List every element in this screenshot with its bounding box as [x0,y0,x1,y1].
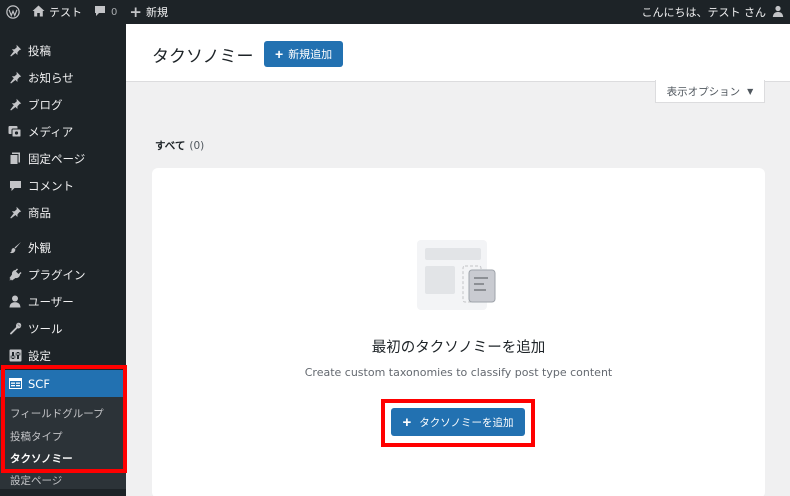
sidebar-item-label: メディア [28,124,74,139]
submenu-item-options-pages[interactable]: 設定ページ [10,473,62,488]
comments-link[interactable]: 0 [88,0,123,24]
add-new-button[interactable]: + 新規追加 [264,41,344,67]
plus-icon: + [275,46,284,62]
sidebar-item-label: 設定 [28,348,51,363]
wordpress-logo-icon[interactable] [0,0,26,24]
pin-icon [0,98,28,111]
sidebar-item-label: 投稿 [28,43,51,58]
sidebar-item-label: 外観 [28,240,51,255]
screen-options-button[interactable]: 表示オプション ▼ [655,80,765,103]
brush-icon [0,241,28,254]
empty-state-title: 最初のタクソノミーを追加 [371,340,546,356]
page-header: タクソノミー + 新規追加 [126,24,790,82]
caret-down-icon: ▼ [747,86,754,96]
add-taxonomy-highlight [381,399,535,447]
new-content-link[interactable]: + 新規 [123,0,174,24]
media-icon [0,125,28,138]
sidebar-item-comments[interactable]: コメント [0,172,126,199]
site-name-label: テスト [49,6,82,19]
sidebar-item-label: ブログ [28,97,63,112]
sidebar-item-label: コメント [28,178,74,193]
comment-bubble-icon [94,5,106,20]
status-filter[interactable]: すべて (0) [155,138,204,153]
site-name-link[interactable]: テスト [26,0,88,24]
settings-icon [0,349,28,362]
comment-icon [0,180,28,192]
sidebar-item-label: ツール [28,321,63,336]
add-new-label: 新規追加 [288,49,333,61]
page-icon [0,152,28,165]
sidebar-item-pages[interactable]: 固定ページ [0,145,126,172]
plus-icon: + [129,3,142,21]
sidebar-item-news[interactable]: お知らせ [0,64,126,91]
pin-icon [0,44,28,57]
sidebar-item-label: ユーザー [28,294,74,309]
sidebar-item-products[interactable]: 商品 [0,199,126,226]
home-icon [32,5,45,20]
empty-state-description: Create custom taxonomies to classify pos… [304,366,613,379]
admin-bar: テスト 0 + 新規 こんにちは、テスト さん [0,0,790,24]
sidebar-item-label: プラグイン [28,267,86,282]
scf-menu-highlight [1,365,127,473]
filter-count: (0) [189,140,205,152]
sidebar-item-label: 固定ページ [28,151,86,166]
user-icon [0,295,28,308]
avatar-icon [772,5,784,20]
sidebar-item-users[interactable]: ユーザー [0,288,126,315]
comment-count: 0 [111,6,118,18]
sidebar-item-tools[interactable]: ツール [0,315,126,342]
screen-options-label: 表示オプション [666,85,741,98]
sidebar-item-media[interactable]: メディア [0,118,126,145]
filter-all-label: すべて [155,140,186,152]
my-account-link[interactable]: こんにちは、テスト さん [636,0,790,24]
sidebar-item-posts[interactable]: 投稿 [0,37,126,64]
sidebar-item-label: お知らせ [28,70,74,85]
sidebar-item-label: 商品 [28,205,51,220]
greeting-label: こんにちは、テスト さん [641,6,767,19]
pin-icon [0,206,28,219]
empty-state-illustration-icon [417,240,499,316]
wrench-icon [0,322,28,335]
new-content-label: 新規 [145,6,168,19]
sidebar-item-blog[interactable]: ブログ [0,91,126,118]
page-title: タクソノミー [152,47,254,67]
sidebar-item-plugins[interactable]: プラグイン [0,261,126,288]
pin-icon [0,71,28,84]
plugin-icon [0,268,28,281]
sidebar-item-appearance[interactable]: 外観 [0,234,126,261]
